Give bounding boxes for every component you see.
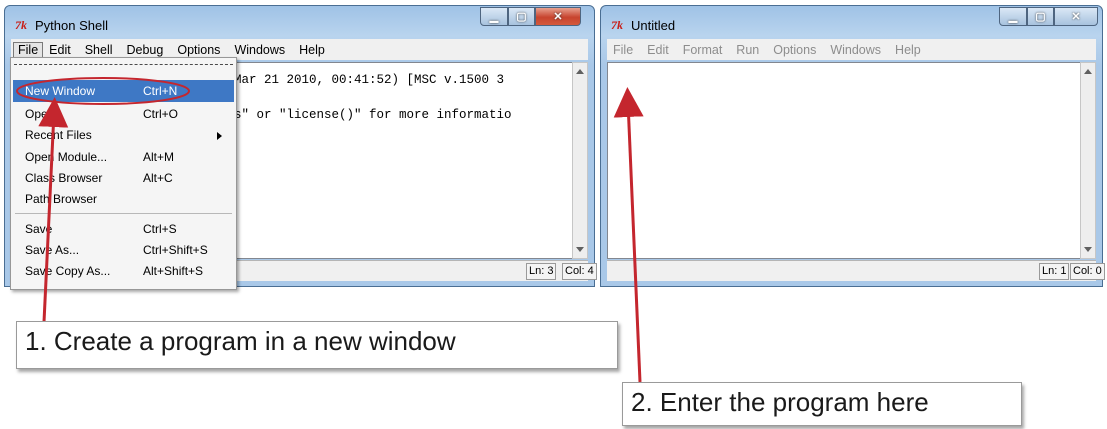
highlight-ellipse [16,77,190,105]
callout-arrow-2 [613,87,644,383]
callout-create-program: 1. Create a program in a new window [16,321,618,369]
callout-enter-program: 2. Enter the program here [622,382,1022,426]
callout-arrow-1 [38,97,69,323]
